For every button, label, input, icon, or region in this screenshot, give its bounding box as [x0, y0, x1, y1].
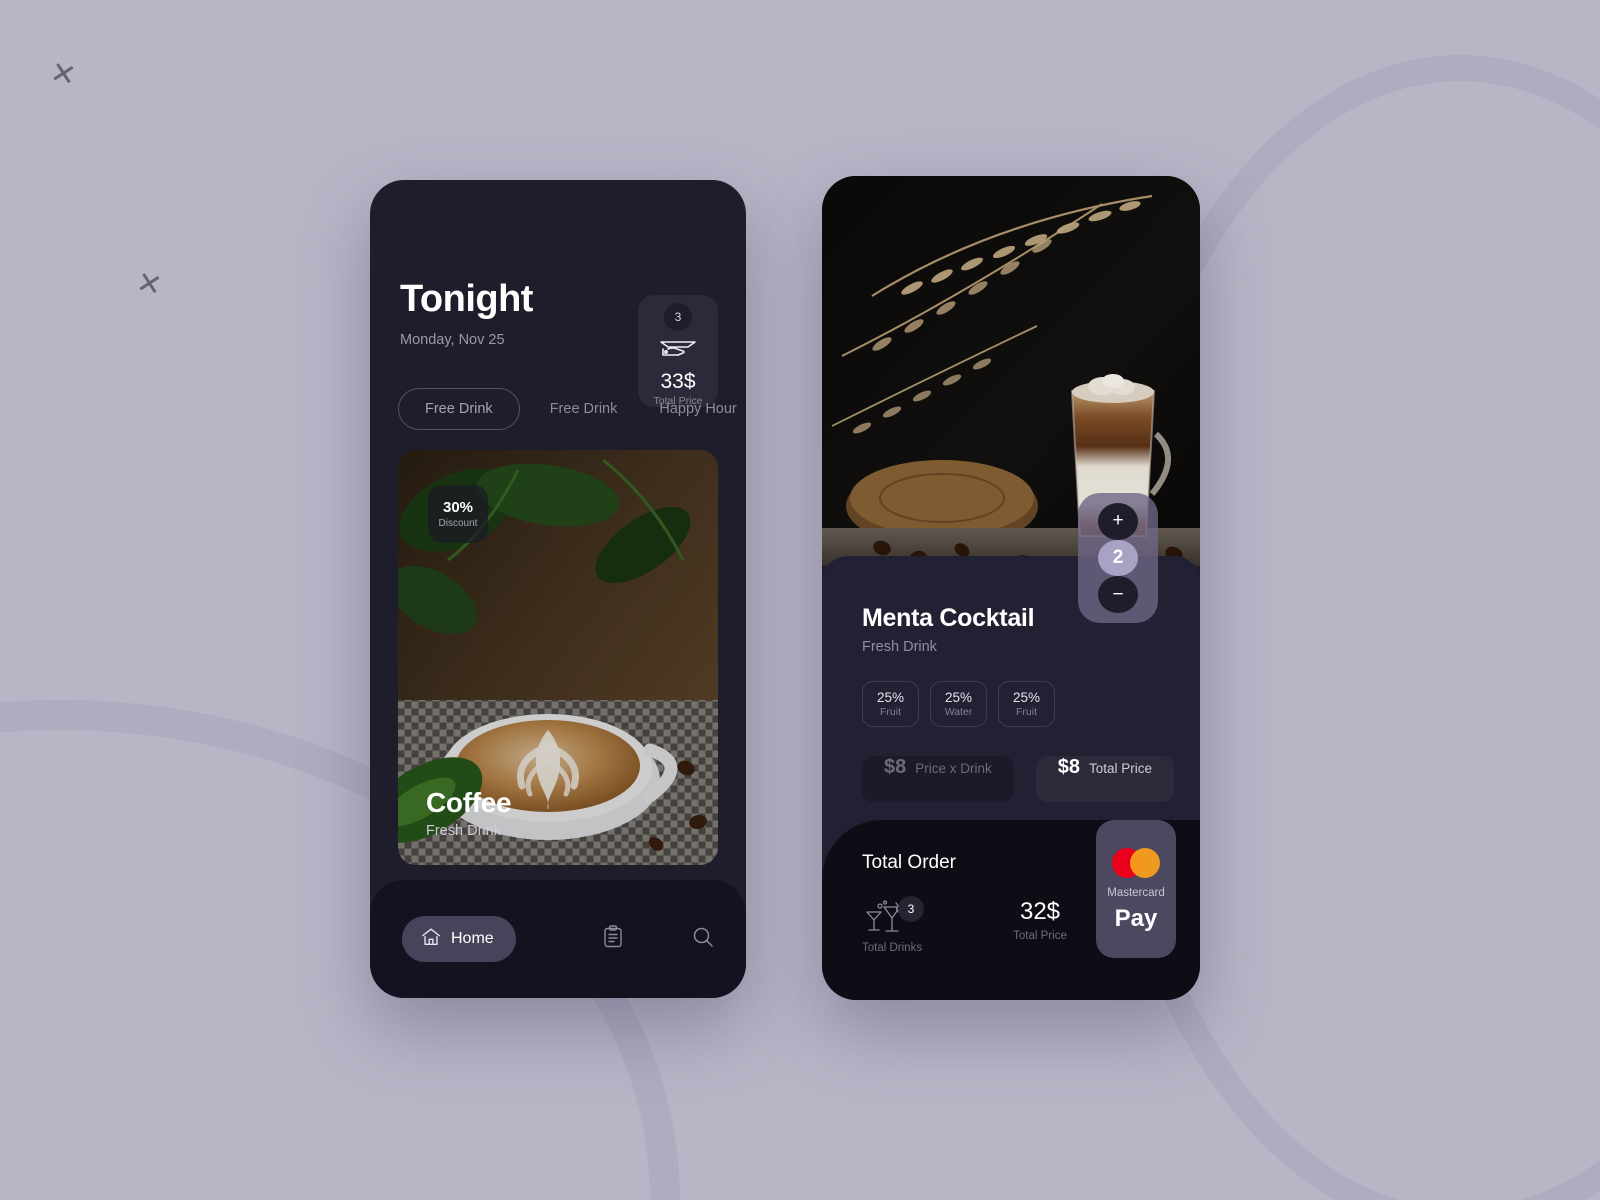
nav-item-orders[interactable] [590, 916, 636, 962]
search-icon [691, 925, 715, 954]
detail-product-title: Menta Cocktail [862, 604, 1035, 632]
product-title: Coffee [426, 787, 512, 818]
product-subtitle: Fresh Drink [426, 823, 501, 839]
quantity-increase-button[interactable]: + [1098, 503, 1138, 540]
total-order-title: Total Order [862, 852, 956, 873]
mastercard-logo-icon [1112, 847, 1160, 878]
detail-product-subtitle: Fresh Drink [862, 639, 937, 655]
product-caption: Coffee Fresh Drink [426, 787, 512, 839]
price-summary-row: $8 Price x Drink $8 Total Price [862, 756, 1175, 802]
nav-item-search[interactable] [680, 916, 726, 962]
price-per-drink-box: $8 Price x Drink [862, 756, 1014, 802]
tab-happy-hour[interactable]: Happy Hour [659, 389, 736, 429]
pay-action-label: Pay [1114, 904, 1158, 932]
cart-count-badge: 3 [664, 303, 692, 331]
total-drinks-label: Total Drinks [862, 942, 923, 954]
ingredient-chip[interactable]: 25% Water [930, 681, 987, 727]
ingredient-chips: 25% Fruit 25% Water 25% Fruit [862, 681, 1055, 727]
ingredient-label: Water [944, 706, 973, 718]
ingredient-label: Fruit [880, 706, 901, 718]
ingredient-label: Fruit [1016, 706, 1037, 718]
discount-value: 30% [442, 499, 474, 516]
bottom-navigation: Home [370, 880, 746, 998]
total-drinks-stat: 3 Total Drinks [862, 896, 992, 954]
nav-item-home-label: Home [451, 930, 494, 947]
phone-product-detail-screen: + 2 − Menta Cocktail Fresh Drink 25% Fru… [822, 176, 1200, 1000]
price-per-drink-amount: $8 [884, 756, 907, 778]
ingredient-value: 25% [876, 690, 905, 705]
quantity-decrease-button[interactable]: − [1098, 576, 1138, 614]
total-drinks-badge: 3 [898, 896, 924, 922]
total-price-box: $8 Total Price [1035, 756, 1175, 802]
quantity-stepper[interactable]: + 2 − [1078, 493, 1158, 623]
total-price-label: Total Price [1089, 761, 1153, 776]
category-tabs: Free Drink Free Drink Happy Hour [398, 388, 737, 430]
pay-button[interactable]: Mastercard Pay [1096, 820, 1176, 958]
cocktail-glasses-icon [862, 900, 908, 938]
order-total-label: Total Price [1013, 930, 1067, 942]
price-per-drink-label: Price x Drink [915, 761, 992, 776]
clipboard-list-icon [602, 924, 624, 954]
tab-free-drink-active[interactable]: Free Drink [398, 388, 520, 430]
tray-hand-icon [658, 335, 698, 366]
total-price-amount: $8 [1057, 756, 1081, 778]
order-total-amount: 32$ [1019, 898, 1061, 925]
discount-badge: 30% Discount [428, 485, 488, 543]
nav-item-home[interactable]: Home [402, 916, 516, 962]
ingredient-value: 25% [1012, 690, 1041, 705]
home-icon [420, 926, 442, 953]
featured-product-card[interactable]: 30% Discount Coffee Fresh Drink [398, 450, 718, 865]
tab-free-drink[interactable]: Free Drink [550, 389, 618, 429]
home-header: Tonight Monday, Nov 25 3 33$ Total Price [400, 240, 718, 407]
ingredient-value: 25% [944, 690, 973, 705]
ingredient-chip[interactable]: 25% Fruit [998, 681, 1055, 727]
total-price-stat: 32$ Total Price [980, 898, 1100, 942]
quantity-value: 2 [1098, 539, 1138, 577]
phone-home-screen: Tonight Monday, Nov 25 3 33$ Total Price… [370, 180, 746, 998]
phones-stage: Tonight Monday, Nov 25 3 33$ Total Price… [0, 0, 1600, 1200]
discount-label: Discount [438, 518, 478, 529]
pay-brand-label: Mastercard [1107, 886, 1165, 899]
ingredient-chip[interactable]: 25% Fruit [862, 681, 919, 727]
